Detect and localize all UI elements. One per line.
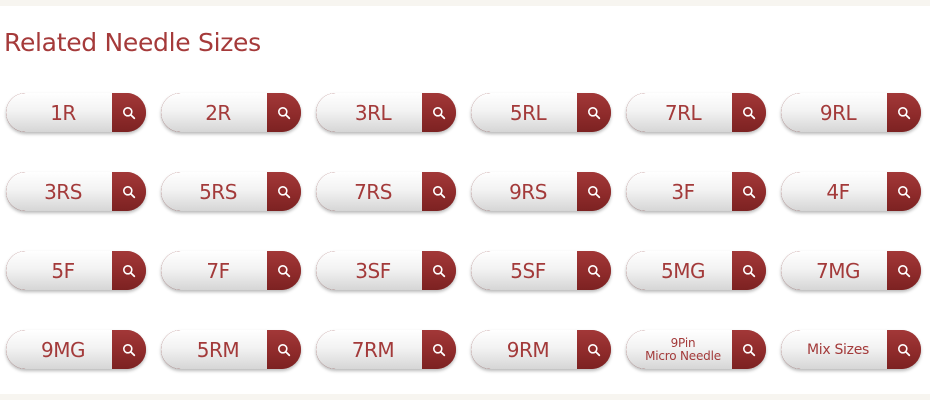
search-button[interactable] [887,330,921,369]
search-button[interactable] [577,330,611,369]
search-button[interactable] [732,93,766,132]
search-icon [277,264,291,278]
needle-label: 4F [826,179,850,204]
needle-button-7rs[interactable]: 7RS [316,172,456,211]
needle-label: 9RS [509,179,547,204]
needle-label: 1R [50,100,76,125]
needle-button-3sf[interactable]: 3SF [316,251,456,290]
needle-label: 3F [671,179,695,204]
search-button[interactable] [112,251,146,290]
search-button[interactable] [732,251,766,290]
search-button[interactable] [112,93,146,132]
needle-label: 7F [206,258,230,283]
needle-size-grid: 1R 2R 3RL 5RL 7RL 9RL 3RS 5RS 7RS 9RS 3F… [6,93,921,369]
search-icon [742,185,756,199]
needle-label: 9Pin Micro Needle [645,335,721,363]
needle-label: 3RS [44,179,82,204]
needle-label: 3RL [354,100,392,125]
search-icon [122,106,136,120]
needle-button-5rm[interactable]: 5RM [161,330,301,369]
search-icon [122,264,136,278]
search-button[interactable] [422,93,456,132]
related-needle-sizes-panel: Related Needle Sizes 1R 2R 3RL 5RL 7RL 9… [0,6,930,394]
needle-button-3f[interactable]: 3F [626,172,766,211]
search-icon [742,343,756,357]
search-icon [122,185,136,199]
search-button[interactable] [577,172,611,211]
needle-button-3rs[interactable]: 3RS [6,172,146,211]
search-button[interactable] [887,251,921,290]
needle-label: 2R [205,100,231,125]
needle-label: 7MG [816,258,860,283]
search-icon [432,106,446,120]
search-icon [897,264,911,278]
needle-button-2r[interactable]: 2R [161,93,301,132]
needle-label: 9RL [819,100,857,125]
search-button[interactable] [732,172,766,211]
needle-label: 5RL [509,100,547,125]
needle-label: 5RM [196,337,240,362]
needle-button-9pin-micro-needle[interactable]: 9Pin Micro Needle [626,330,766,369]
needle-button-7f[interactable]: 7F [161,251,301,290]
search-button[interactable] [112,172,146,211]
search-button[interactable] [112,330,146,369]
needle-label: 5MG [661,258,705,283]
needle-label: 5RS [199,179,237,204]
search-button[interactable] [267,93,301,132]
needle-label: 9MG [41,337,85,362]
search-button[interactable] [577,251,611,290]
needle-button-7rl[interactable]: 7RL [626,93,766,132]
search-icon [587,264,601,278]
needle-button-5rs[interactable]: 5RS [161,172,301,211]
needle-button-4f[interactable]: 4F [781,172,921,211]
search-icon [742,264,756,278]
needle-button-5mg[interactable]: 5MG [626,251,766,290]
search-button[interactable] [267,172,301,211]
search-icon [432,343,446,357]
needle-label: 7RL [664,100,702,125]
needle-button-9rl[interactable]: 9RL [781,93,921,132]
search-icon [897,106,911,120]
search-icon [432,185,446,199]
needle-label: 7RM [351,337,395,362]
section-title: Related Needle Sizes [4,28,261,57]
search-button[interactable] [422,330,456,369]
search-button[interactable] [422,172,456,211]
needle-label: 9RM [506,337,550,362]
search-icon [742,106,756,120]
needle-button-5f[interactable]: 5F [6,251,146,290]
search-button[interactable] [267,251,301,290]
search-button[interactable] [732,330,766,369]
needle-button-9rs[interactable]: 9RS [471,172,611,211]
search-button[interactable] [422,251,456,290]
search-icon [587,106,601,120]
needle-label: 7RS [354,179,392,204]
search-icon [277,185,291,199]
search-icon [587,343,601,357]
search-button[interactable] [267,330,301,369]
search-button[interactable] [887,172,921,211]
needle-label: Mix Sizes [806,341,870,358]
needle-label: 5SF [510,258,546,283]
search-icon [277,106,291,120]
search-icon [432,264,446,278]
needle-button-9mg[interactable]: 9MG [6,330,146,369]
search-icon [897,343,911,357]
needle-button-mix-sizes[interactable]: Mix Sizes [781,330,921,369]
search-button[interactable] [887,93,921,132]
search-icon [897,185,911,199]
search-icon [277,343,291,357]
needle-button-7mg[interactable]: 7MG [781,251,921,290]
needle-button-7rm[interactable]: 7RM [316,330,456,369]
needle-button-1r[interactable]: 1R [6,93,146,132]
needle-label: 3SF [355,258,391,283]
needle-button-3rl[interactable]: 3RL [316,93,456,132]
needle-button-5sf[interactable]: 5SF [471,251,611,290]
needle-button-5rl[interactable]: 5RL [471,93,611,132]
needle-label: 5F [51,258,75,283]
needle-button-9rm[interactable]: 9RM [471,330,611,369]
search-icon [587,185,601,199]
search-button[interactable] [577,93,611,132]
search-icon [122,343,136,357]
